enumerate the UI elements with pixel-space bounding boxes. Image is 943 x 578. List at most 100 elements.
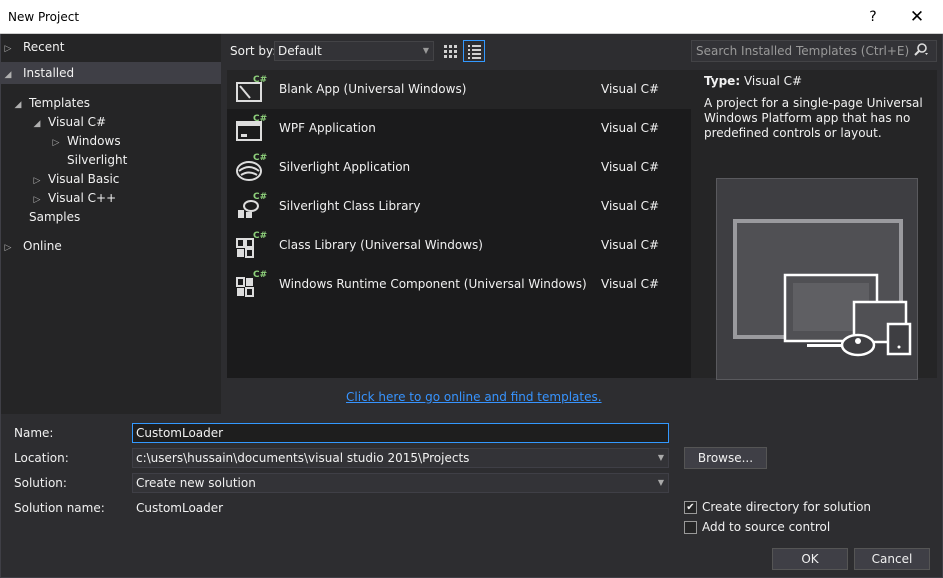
template-language: Visual C# bbox=[601, 199, 660, 213]
tree-item-recent[interactable]: ▷ Recent bbox=[1, 36, 221, 58]
expand-caret-icon[interactable]: ▷ bbox=[49, 134, 63, 153]
tree-item-label: Installed bbox=[23, 66, 75, 80]
template-description: A project for a single-page Universal Wi… bbox=[704, 96, 923, 140]
runtime-component-icon: C# bbox=[235, 268, 267, 300]
collapse-caret-icon[interactable]: ◢ bbox=[1, 64, 15, 86]
close-button[interactable]: ✕ bbox=[903, 6, 931, 28]
template-tree: ▷ Recent ◢ Installed ◢ Templates ◢ Visual C#… bbox=[1, 34, 221, 414]
class-library-icon: C# bbox=[235, 229, 267, 261]
search-templates-input[interactable]: Search Installed Templates (Ctrl+E) bbox=[691, 40, 937, 62]
chevron-down-icon[interactable]: ▼ bbox=[658, 474, 664, 492]
type-line: Type: Visual C# bbox=[704, 74, 802, 88]
grid-view-icon bbox=[444, 45, 457, 58]
add-source-control-label[interactable]: Add to source control bbox=[702, 520, 830, 534]
silverlight-class-library-icon: C# bbox=[235, 190, 267, 222]
sort-by-label: Sort by: bbox=[230, 44, 277, 58]
template-name: Silverlight Class Library bbox=[279, 199, 421, 213]
solution-value: Create new solution bbox=[136, 476, 256, 490]
template-language: Visual C# bbox=[601, 121, 660, 135]
location-value: c:\users\hussain\documents\visual studio… bbox=[136, 451, 470, 465]
title-bar: New Project ? ✕ bbox=[0, 0, 943, 34]
template-name: Windows Runtime Component (Universal Win… bbox=[279, 277, 587, 291]
template-row[interactable]: C# Class Library (Universal Windows) Vis… bbox=[227, 226, 691, 265]
silverlight-app-icon: C# bbox=[235, 151, 267, 183]
solution-dropdown[interactable]: Create new solution ▼ bbox=[132, 473, 669, 493]
tree-item-online[interactable]: ▷ Online bbox=[1, 235, 221, 257]
template-name: Blank App (Universal Windows) bbox=[279, 82, 467, 96]
tree-item-templates[interactable]: ◢ Templates bbox=[11, 94, 90, 113]
svg-text:C#: C# bbox=[253, 153, 267, 163]
project-name-value: CustomLoader bbox=[136, 426, 224, 440]
solution-name-input[interactable]: CustomLoader bbox=[132, 498, 669, 518]
template-details: Type: Visual C# A project for a single-p… bbox=[691, 70, 937, 380]
template-language: Visual C# bbox=[601, 160, 660, 174]
solution-name-label: Solution name: bbox=[14, 501, 105, 515]
name-label: Name: bbox=[14, 426, 54, 440]
create-directory-checkbox[interactable]: ✔ bbox=[684, 501, 697, 514]
svg-text:C#: C# bbox=[253, 192, 267, 202]
wpf-app-icon: C# bbox=[235, 112, 267, 144]
tree-item-samples[interactable]: Samples bbox=[29, 208, 80, 227]
solution-name-value: CustomLoader bbox=[136, 501, 224, 515]
search-placeholder: Search Installed Templates (Ctrl+E) bbox=[696, 44, 910, 58]
template-row[interactable]: C# Silverlight Class Library Visual C# bbox=[227, 187, 691, 226]
cancel-button[interactable]: Cancel bbox=[854, 548, 930, 570]
location-combobox[interactable]: c:\users\hussain\documents\visual studio… bbox=[132, 448, 669, 468]
template-row[interactable]: C# Silverlight Application Visual C# bbox=[227, 148, 691, 187]
type-label: Type: bbox=[704, 74, 741, 88]
solution-label: Solution: bbox=[14, 476, 67, 490]
chevron-down-icon: ▼ bbox=[422, 46, 429, 55]
ok-button[interactable]: OK bbox=[772, 548, 848, 570]
tree-item-label: Recent bbox=[23, 40, 65, 54]
location-label: Location: bbox=[14, 451, 69, 465]
template-row[interactable]: C# Windows Runtime Component (Universal … bbox=[227, 265, 691, 304]
tree-item-label: Visual Basic bbox=[48, 172, 120, 186]
new-project-dialog: ▷ Recent ◢ Installed ◢ Templates ◢ Visual C#… bbox=[0, 34, 943, 578]
template-row[interactable]: C# Blank App (Universal Windows) Visual … bbox=[227, 70, 691, 109]
online-templates-link[interactable]: Click here to go online and find templat… bbox=[346, 390, 602, 404]
tree-item-installed[interactable]: ◢ Installed bbox=[1, 62, 221, 84]
tree-item-label: Online bbox=[23, 239, 62, 253]
collapse-caret-icon[interactable]: ◢ bbox=[11, 96, 25, 115]
browse-button[interactable]: Browse... bbox=[684, 447, 767, 469]
tree-item-label: Windows bbox=[67, 134, 121, 148]
tree-item-silverlight[interactable]: Silverlight bbox=[67, 151, 127, 170]
project-name-input[interactable]: CustomLoader bbox=[132, 423, 669, 443]
template-name: Silverlight Application bbox=[279, 160, 411, 174]
search-icon[interactable] bbox=[912, 42, 930, 64]
tree-item-label: Templates bbox=[29, 96, 91, 110]
blank-app-icon: C# bbox=[235, 73, 267, 105]
svg-text:C#: C# bbox=[253, 231, 267, 241]
template-language: Visual C# bbox=[601, 82, 660, 96]
medium-icons-view-button[interactable] bbox=[439, 40, 461, 62]
svg-text:C#: C# bbox=[253, 114, 267, 124]
tree-item-label: Silverlight bbox=[67, 153, 128, 167]
collapse-caret-icon[interactable]: ◢ bbox=[30, 115, 44, 134]
small-icons-view-button[interactable] bbox=[463, 40, 485, 62]
tree-item-visual-csharp[interactable]: ◢ Visual C# bbox=[30, 113, 107, 134]
expand-caret-icon[interactable]: ▷ bbox=[1, 237, 15, 259]
tree-item-windows[interactable]: ▷ Windows bbox=[49, 132, 121, 151]
tree-item-label: Visual C++ bbox=[48, 191, 117, 205]
template-list: C# Blank App (Universal Windows) Visual … bbox=[227, 70, 691, 378]
template-preview-image bbox=[716, 178, 918, 380]
window-title: New Project bbox=[8, 10, 80, 24]
chevron-down-icon[interactable]: ▼ bbox=[658, 449, 664, 467]
tree-item-visual-cpp[interactable]: ▷ Visual C++ bbox=[30, 189, 117, 208]
template-name: WPF Application bbox=[279, 121, 376, 135]
tree-item-visual-basic[interactable]: ▷ Visual Basic bbox=[30, 170, 120, 189]
template-language: Visual C# bbox=[601, 238, 660, 252]
help-button[interactable]: ? bbox=[859, 6, 887, 28]
template-row[interactable]: C# WPF Application Visual C# bbox=[227, 109, 691, 148]
expand-caret-icon[interactable]: ▷ bbox=[1, 38, 15, 60]
sort-by-value: Default bbox=[278, 44, 322, 58]
template-language: Visual C# bbox=[601, 277, 660, 291]
svg-text:C#: C# bbox=[253, 75, 267, 85]
tree-item-label: Samples bbox=[29, 210, 81, 224]
template-name: Class Library (Universal Windows) bbox=[279, 238, 483, 252]
create-directory-label[interactable]: Create directory for solution bbox=[702, 500, 871, 514]
type-value: Visual C# bbox=[743, 74, 803, 88]
add-source-control-checkbox[interactable] bbox=[684, 521, 697, 534]
svg-text:C#: C# bbox=[253, 270, 267, 280]
sort-by-dropdown[interactable]: Default ▼ bbox=[274, 41, 434, 61]
